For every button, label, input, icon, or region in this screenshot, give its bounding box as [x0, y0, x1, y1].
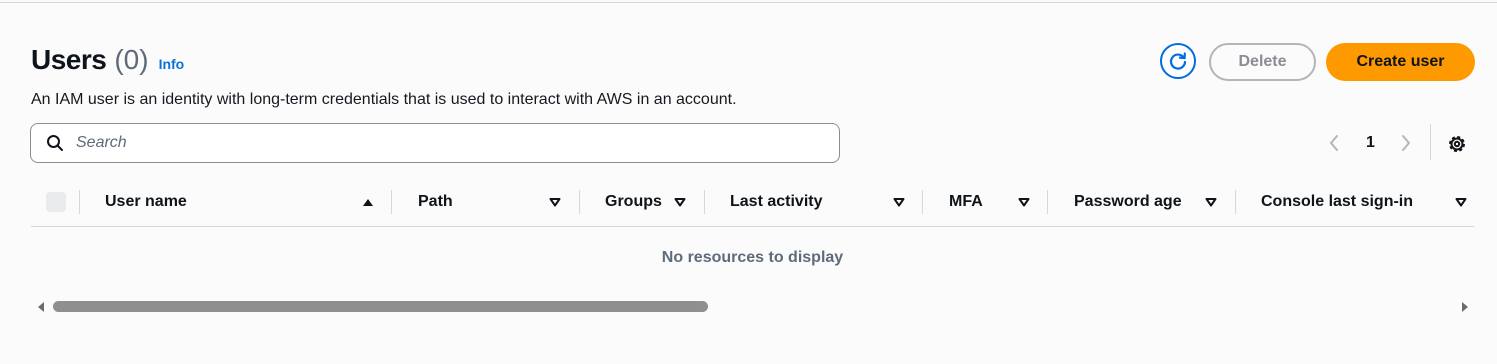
column-header-mfa[interactable]: MFA — [949, 184, 1019, 220]
column-header-user-name[interactable]: User name — [105, 184, 355, 220]
sort-caret-icon[interactable] — [549, 196, 561, 208]
sort-ascending-icon[interactable] — [362, 196, 374, 208]
search-input[interactable] — [74, 133, 818, 153]
sort-caret-icon[interactable] — [1455, 196, 1467, 208]
horizontal-scrollbar-thumb[interactable] — [53, 301, 708, 312]
search-field[interactable] — [30, 123, 840, 163]
column-header-console-last-sign-in[interactable]: Console last sign-in — [1261, 184, 1441, 220]
table-header: User name Path Groups Last activity MFA … — [31, 184, 1474, 220]
refresh-icon — [1169, 52, 1187, 70]
column-divider — [922, 190, 923, 214]
current-page-number[interactable]: 1 — [1366, 134, 1375, 152]
column-divider — [704, 190, 705, 214]
empty-state-message: No resources to display — [661, 249, 844, 266]
delete-button[interactable]: Delete — [1209, 43, 1316, 81]
next-page-icon[interactable] — [1400, 134, 1412, 152]
previous-page-icon[interactable] — [1328, 134, 1340, 152]
sort-caret-icon[interactable] — [893, 196, 905, 208]
top-divider — [0, 2, 1497, 3]
column-divider — [391, 190, 392, 214]
sort-caret-icon[interactable] — [674, 196, 686, 208]
scroll-left-icon[interactable] — [36, 301, 46, 313]
page-header: Users (0) Info — [31, 44, 184, 76]
gear-icon[interactable] — [1446, 133, 1468, 155]
search-icon — [47, 135, 63, 151]
scroll-right-icon[interactable] — [1460, 301, 1470, 313]
column-divider — [579, 190, 580, 214]
create-user-button[interactable]: Create user — [1326, 43, 1475, 81]
page-description: An IAM user is an identity with long-ter… — [31, 91, 737, 108]
pager-divider — [1430, 124, 1431, 160]
sort-caret-icon[interactable] — [1205, 196, 1217, 208]
column-divider — [1235, 190, 1236, 214]
page-title: Users — [31, 44, 107, 75]
table-header-divider — [31, 226, 1474, 227]
sort-caret-icon[interactable] — [1018, 196, 1030, 208]
column-header-last-activity[interactable]: Last activity — [730, 184, 880, 220]
column-divider — [1047, 190, 1048, 214]
column-header-path[interactable]: Path — [418, 184, 538, 220]
column-header-groups[interactable]: Groups — [605, 184, 662, 220]
column-header-password-age[interactable]: Password age — [1074, 184, 1194, 220]
user-count: (0) — [114, 44, 149, 75]
info-link[interactable]: Info — [159, 56, 185, 72]
refresh-button[interactable] — [1160, 43, 1196, 79]
